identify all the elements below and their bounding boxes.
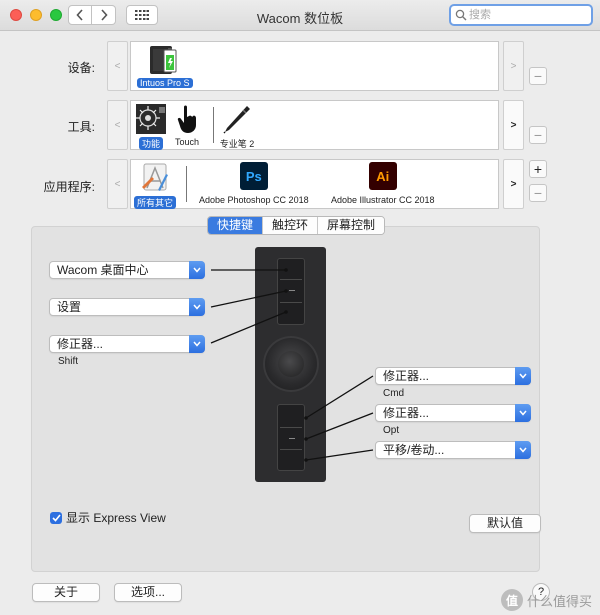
chevron-down-icon	[189, 298, 205, 316]
express-key-5-modifier: Opt	[383, 425, 400, 436]
app-item-label: 所有其它	[134, 196, 177, 209]
remove-tool-button[interactable]: −	[529, 126, 547, 144]
express-key-3-dropdown[interactable]: 修正器...	[49, 335, 205, 353]
photoshop-icon: Ps	[239, 162, 268, 190]
device-row-label: 设备:	[67, 61, 95, 75]
chevron-down-icon	[189, 261, 205, 279]
touch-ring	[263, 336, 319, 392]
app-item-label: Adobe Illustrator CC 2018	[331, 195, 435, 205]
tool-scroll-left[interactable]: <	[107, 100, 128, 150]
watermark-logo-icon: 值	[500, 589, 523, 611]
tool-item-pro-pen[interactable]: 专业笔 2	[219, 103, 255, 150]
search-icon	[455, 9, 467, 21]
express-key-4-dropdown[interactable]: 修正器...	[375, 367, 531, 385]
tool-item-touch[interactable]: Touch	[173, 103, 201, 147]
app-row-label: 应用程序:	[43, 180, 95, 194]
remove-device-button[interactable]: −	[529, 67, 547, 85]
checkmark-icon	[51, 513, 61, 522]
remove-app-button[interactable]: −	[529, 184, 547, 202]
about-button[interactable]: 关于	[32, 583, 100, 602]
tab-screen-control[interactable]: 屏幕控制	[317, 217, 385, 234]
device-item-label: Intuos Pro S	[137, 78, 193, 88]
search-input[interactable]	[467, 8, 577, 22]
express-key-3-modifier: Shift	[58, 356, 79, 367]
express-key-1-dropdown[interactable]: Wacom 桌面中心	[49, 261, 205, 279]
express-key-3-value: 修正器...	[57, 337, 104, 351]
all-apps-icon	[142, 163, 168, 191]
device-scroll-right[interactable]: >	[503, 41, 524, 91]
express-key-5-dropdown[interactable]: 修正器...	[375, 404, 531, 422]
express-key-2-dropdown[interactable]: 设置	[49, 298, 205, 316]
options-button[interactable]: 选项...	[114, 583, 182, 602]
express-key-1-value: Wacom 桌面中心	[57, 263, 149, 277]
search-field[interactable]	[449, 4, 593, 26]
tool-item-label: 专业笔 2	[219, 139, 255, 149]
device-item-intuos[interactable]: Intuos Pro S	[137, 44, 193, 88]
app-scroll-left[interactable]: <	[107, 159, 128, 209]
express-key-4-modifier: Cmd	[383, 388, 405, 399]
app-scroll-right[interactable]: >	[503, 159, 524, 209]
watermark-text: 什么值得买	[526, 593, 592, 609]
tool-item-function[interactable]: 功能	[135, 103, 167, 150]
tab-touch-ring[interactable]: 触控环	[262, 217, 318, 234]
tablet-graphic	[255, 247, 326, 482]
watermark: 值 什么值得买	[500, 589, 592, 611]
tool-row-label: 工具:	[67, 120, 95, 134]
add-app-button[interactable]: +	[529, 160, 547, 178]
tab-express-keys[interactable]: 快捷键	[208, 217, 263, 234]
title-bar: Wacom 数位板	[0, 0, 600, 31]
illustrator-icon: Ai	[368, 162, 397, 190]
chevron-down-icon	[515, 441, 531, 459]
chevron-down-icon	[189, 335, 205, 353]
app-item-label: Adobe Photoshop CC 2018	[199, 195, 309, 205]
tool-strip: 功能 Touch 专业笔 2	[130, 100, 499, 150]
tool-item-label: Touch	[174, 137, 200, 147]
function-icon	[136, 104, 166, 134]
pro-pen-icon	[223, 106, 250, 134]
express-key-4-value: 修正器...	[383, 369, 430, 383]
settings-tabs: 快捷键 触控环 屏幕控制	[207, 216, 386, 235]
defaults-button[interactable]: 默认值	[469, 514, 541, 533]
express-view-label: 显示 Express View	[66, 511, 166, 525]
app-separator	[186, 166, 187, 202]
device-strip: Intuos Pro S	[130, 41, 499, 91]
tool-scroll-right[interactable]: >	[503, 100, 524, 150]
chevron-down-icon	[515, 404, 531, 422]
express-key-2-value: 设置	[57, 300, 82, 314]
upper-key-group	[277, 258, 305, 325]
app-strip: 所有其它 Ps Adobe Photoshop CC 2018 Ai Adobe…	[130, 159, 499, 209]
tablet-battery-icon	[149, 46, 177, 74]
app-item-all-others[interactable]: 所有其它	[134, 162, 177, 209]
express-key-6-value: 平移/卷动...	[383, 443, 445, 457]
tool-separator	[213, 107, 214, 143]
app-item-illustrator[interactable]: Ai Adobe Illustrator CC 2018	[331, 162, 435, 205]
touch-hand-icon	[177, 105, 196, 133]
device-scroll-left[interactable]: <	[107, 41, 128, 91]
express-view-option[interactable]: 显示 Express View	[50, 509, 166, 526]
tool-item-label: 功能	[138, 137, 163, 150]
express-view-checkbox[interactable]	[50, 511, 62, 524]
chevron-down-icon	[515, 367, 531, 385]
app-item-photoshop[interactable]: Ps Adobe Photoshop CC 2018	[199, 162, 309, 205]
express-key-6-dropdown[interactable]: 平移/卷动...	[375, 441, 531, 459]
lower-key-group	[277, 404, 305, 471]
express-key-5-value: 修正器...	[383, 406, 430, 420]
